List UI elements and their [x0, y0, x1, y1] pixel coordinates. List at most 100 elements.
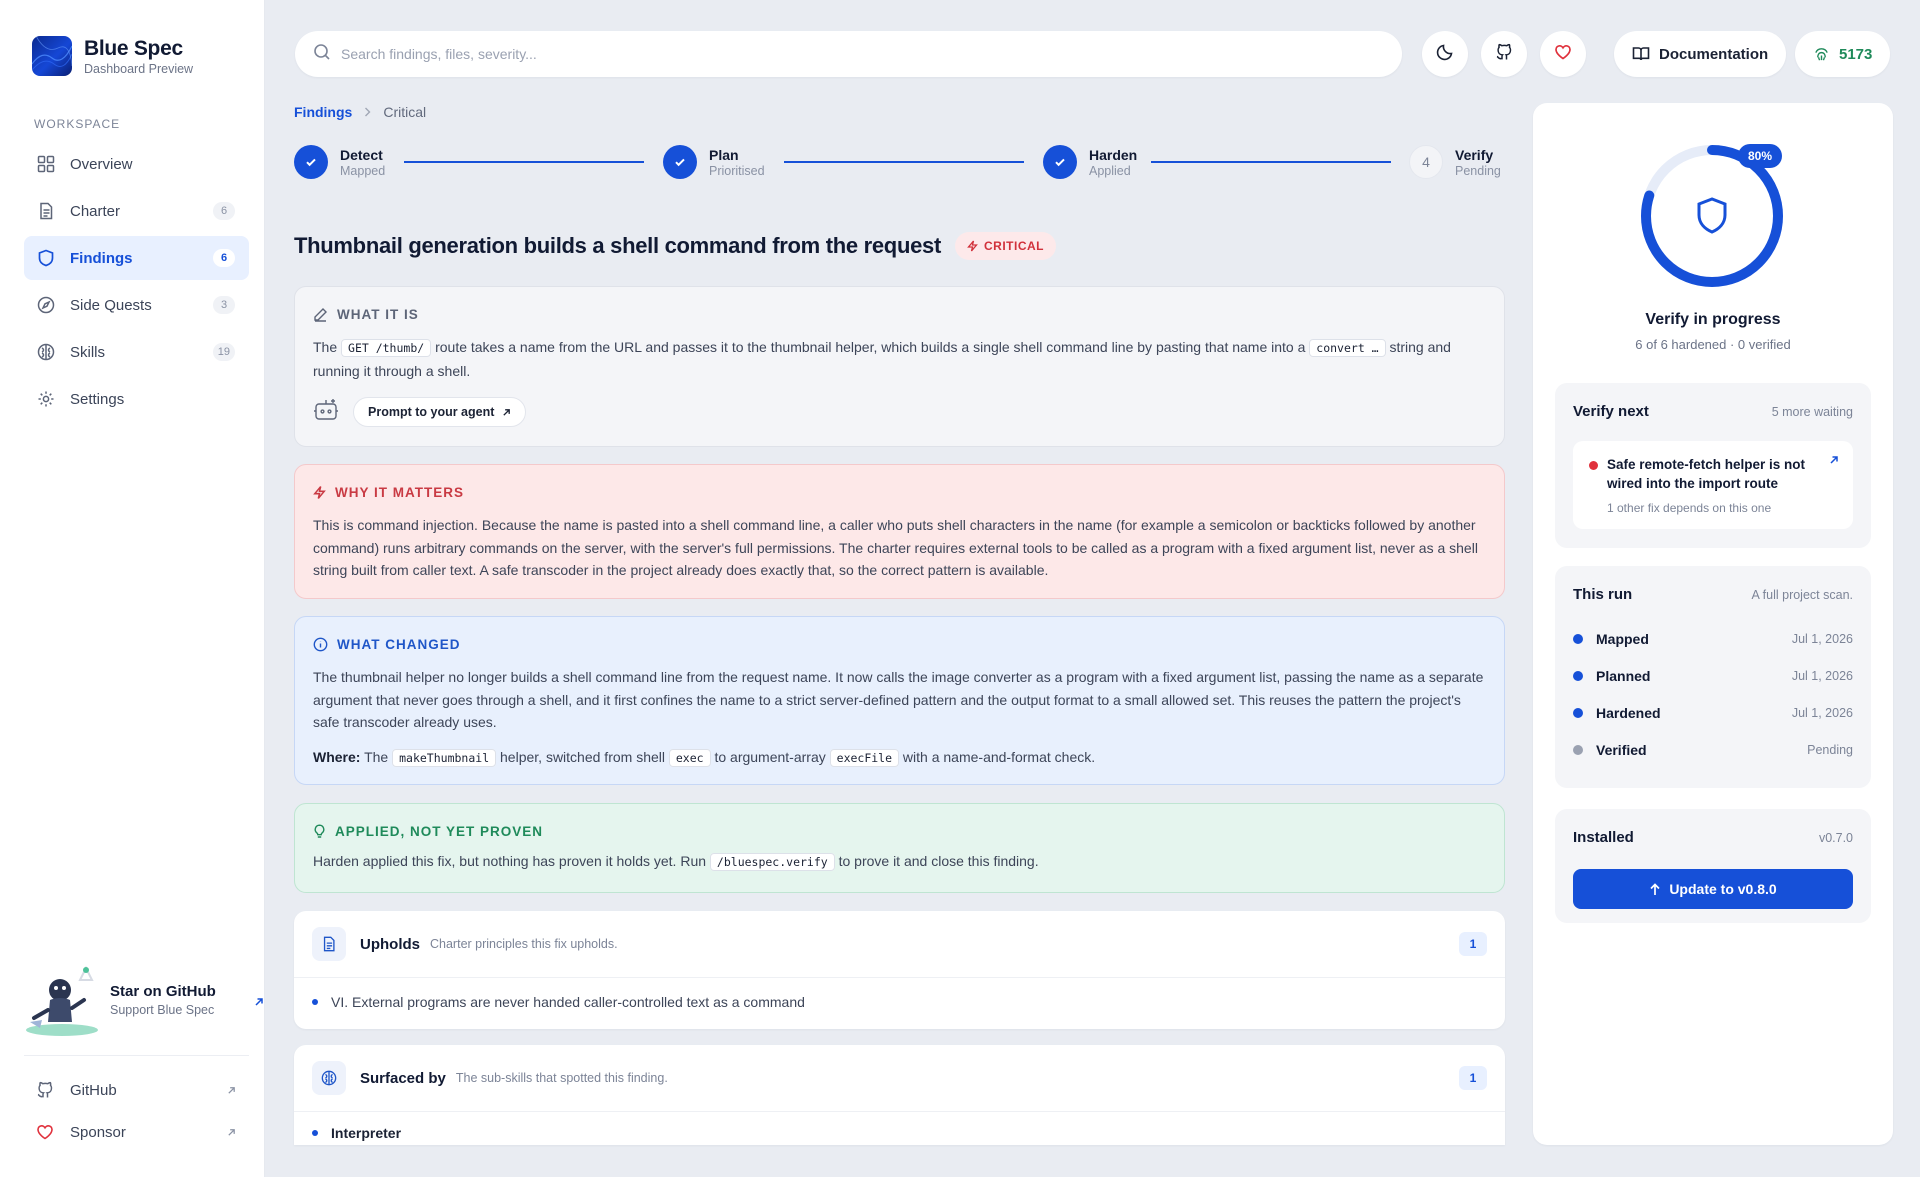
sidebar-item-count: 19	[212, 343, 235, 361]
step-connector	[784, 161, 1024, 163]
shield-icon	[36, 248, 56, 268]
skill-name: Interpreter	[331, 1125, 402, 1141]
card-heading: APPLIED, NOT YET PROVEN	[313, 824, 543, 839]
sidebar-item-label: Overview	[70, 155, 133, 173]
brand-name: Blue Spec	[84, 36, 183, 60]
update-button-label: Update to v0.8.0	[1669, 881, 1777, 897]
status-panel: 80% Verify in progress 6 of 6 hardened ·…	[1533, 103, 1893, 1145]
sponsor-button[interactable]	[1540, 31, 1586, 77]
why-it-matters-card: WHY IT MATTERS This is command injection…	[294, 464, 1505, 599]
body-text: route takes a name from the URL and pass…	[435, 339, 1306, 355]
inline-code: makeThumbnail	[392, 749, 497, 767]
octocat-illustration	[20, 960, 106, 1040]
run-row-value: Pending	[1807, 743, 1853, 757]
compass-icon	[36, 295, 56, 315]
github-icon	[36, 1081, 56, 1099]
progress-stepper: Detect Mapped Plan Prioritised Harden Ap…	[294, 145, 1506, 181]
external-link-icon	[227, 1124, 236, 1141]
sidebar-item-label: Charter	[70, 202, 121, 220]
sidebar-item-side-quests[interactable]: Side Quests 3	[24, 283, 249, 327]
surfaced-by-card: Surfaced by The sub-skills that spotted …	[294, 1045, 1505, 1145]
step-number: 4	[1409, 145, 1443, 179]
check-icon	[663, 145, 697, 179]
upholds-card: Upholds Charter principles this fix upho…	[294, 911, 1505, 1029]
run-row-mapped: Mapped Jul 1, 2026	[1573, 628, 1853, 650]
external-link-icon	[227, 1082, 236, 1099]
surfaced-by-header[interactable]: Surfaced by The sub-skills that spotted …	[312, 1045, 1487, 1111]
stars-count: 5173	[1839, 45, 1873, 63]
sidebar-link-sponsor[interactable]: Sponsor	[36, 1120, 236, 1144]
lightbulb-icon	[313, 824, 326, 839]
search-bar[interactable]	[295, 31, 1402, 77]
run-row-name: Hardened	[1596, 705, 1661, 721]
applied-not-proven-card: APPLIED, NOT YET PROVEN Harden applied t…	[294, 803, 1505, 893]
step-detect[interactable]: Detect Mapped	[294, 145, 385, 179]
status-dot	[1573, 634, 1583, 644]
sidebar: Blue Spec Dashboard Preview WORKSPACE Ov…	[0, 0, 265, 1177]
sidebar-item-skills[interactable]: Skills 19	[24, 330, 249, 374]
sidebar-link-label: Sponsor	[70, 1123, 126, 1141]
what-it-is-card: WHAT IT IS The GET /thumb/ route takes a…	[294, 286, 1505, 447]
severity-label: CRITICAL	[984, 239, 1044, 253]
sidebar-link-github[interactable]: GitHub	[36, 1078, 236, 1102]
sidebar-item-settings[interactable]: Settings	[24, 377, 249, 421]
list-item: VI. External programs are never handed c…	[312, 994, 805, 1010]
external-link-icon	[254, 994, 264, 1012]
sidebar-nav: Overview Charter 6 Findings 6 Side Quest…	[24, 142, 249, 424]
verify-next-item-subtitle: 1 other fix depends on this one	[1607, 501, 1772, 515]
update-button[interactable]: Update to v0.8.0	[1573, 869, 1853, 909]
critical-dot	[1589, 461, 1598, 470]
lightning-icon	[313, 485, 326, 500]
run-row-value: Jul 1, 2026	[1791, 706, 1853, 720]
upholds-subtitle: Charter principles this fix upholds.	[430, 937, 618, 951]
document-icon	[36, 201, 56, 221]
heart-icon	[36, 1123, 56, 1141]
run-row-name: Planned	[1596, 668, 1651, 684]
search-input[interactable]	[341, 46, 1241, 62]
run-row-value: Jul 1, 2026	[1791, 632, 1853, 646]
upholds-title: Upholds	[360, 935, 420, 953]
verify-next-item[interactable]: Safe remote-fetch helper is not wired in…	[1573, 441, 1853, 529]
installed-version: v0.7.0	[1818, 831, 1853, 845]
prompt-to-agent-button[interactable]: Prompt to your agent	[353, 397, 527, 427]
sidebar-item-count: 6	[213, 202, 235, 220]
github-button[interactable]	[1481, 31, 1527, 77]
page-title: Thumbnail generation builds a shell comm…	[294, 233, 941, 258]
theme-toggle-button[interactable]	[1422, 31, 1468, 77]
sidebar-divider	[24, 1055, 249, 1056]
status-dot	[1573, 671, 1583, 681]
card-heading: WHAT IT IS	[313, 307, 419, 322]
surfaced-by-count: 1	[1459, 1066, 1487, 1090]
upholds-header[interactable]: Upholds Charter principles this fix upho…	[312, 911, 1487, 977]
step-plan[interactable]: Plan Prioritised	[663, 145, 765, 179]
step-connector	[404, 161, 644, 163]
verify-next-item-title: Safe remote-fetch helper is not wired in…	[1607, 457, 1806, 491]
heart-icon	[1554, 43, 1572, 66]
brand[interactable]: Blue Spec Dashboard Preview	[32, 36, 193, 76]
verify-next-waiting: 5 more waiting	[1771, 405, 1853, 419]
sidebar-item-findings[interactable]: Findings 6	[24, 236, 249, 280]
sidebar-item-overview[interactable]: Overview	[24, 142, 249, 186]
run-row-value: Jul 1, 2026	[1791, 669, 1853, 683]
external-link-icon	[502, 408, 511, 417]
step-verify[interactable]: 4 Verify Pending	[1409, 145, 1501, 179]
verify-command: /bluespec.verify	[709, 853, 835, 871]
moon-icon	[1436, 43, 1454, 66]
step-title: Plan	[709, 146, 739, 163]
inline-code: convert …	[1309, 339, 1386, 357]
step-title: Verify	[1455, 146, 1494, 163]
card-body: The GET /thumb/ route takes a name from …	[313, 336, 1484, 382]
body-text: The	[364, 749, 389, 765]
github-stars-button[interactable]: 5173	[1795, 31, 1891, 77]
breadcrumb-findings-link[interactable]: Findings	[294, 104, 352, 120]
step-harden[interactable]: Harden Applied	[1043, 145, 1137, 179]
prompt-row: Prompt to your agent	[313, 397, 527, 427]
check-icon	[294, 145, 328, 179]
brand-subtitle: Dashboard Preview	[84, 61, 194, 76]
documentation-button[interactable]: Documentation	[1614, 31, 1787, 77]
breadcrumb: Findings Critical	[294, 104, 426, 120]
step-status: Pending	[1455, 163, 1501, 178]
star-on-github-card[interactable]: Star on GitHub Support Blue Spec	[20, 960, 263, 1040]
sidebar-item-charter[interactable]: Charter 6	[24, 189, 249, 233]
progress-percent-badge: 80%	[1738, 144, 1783, 168]
